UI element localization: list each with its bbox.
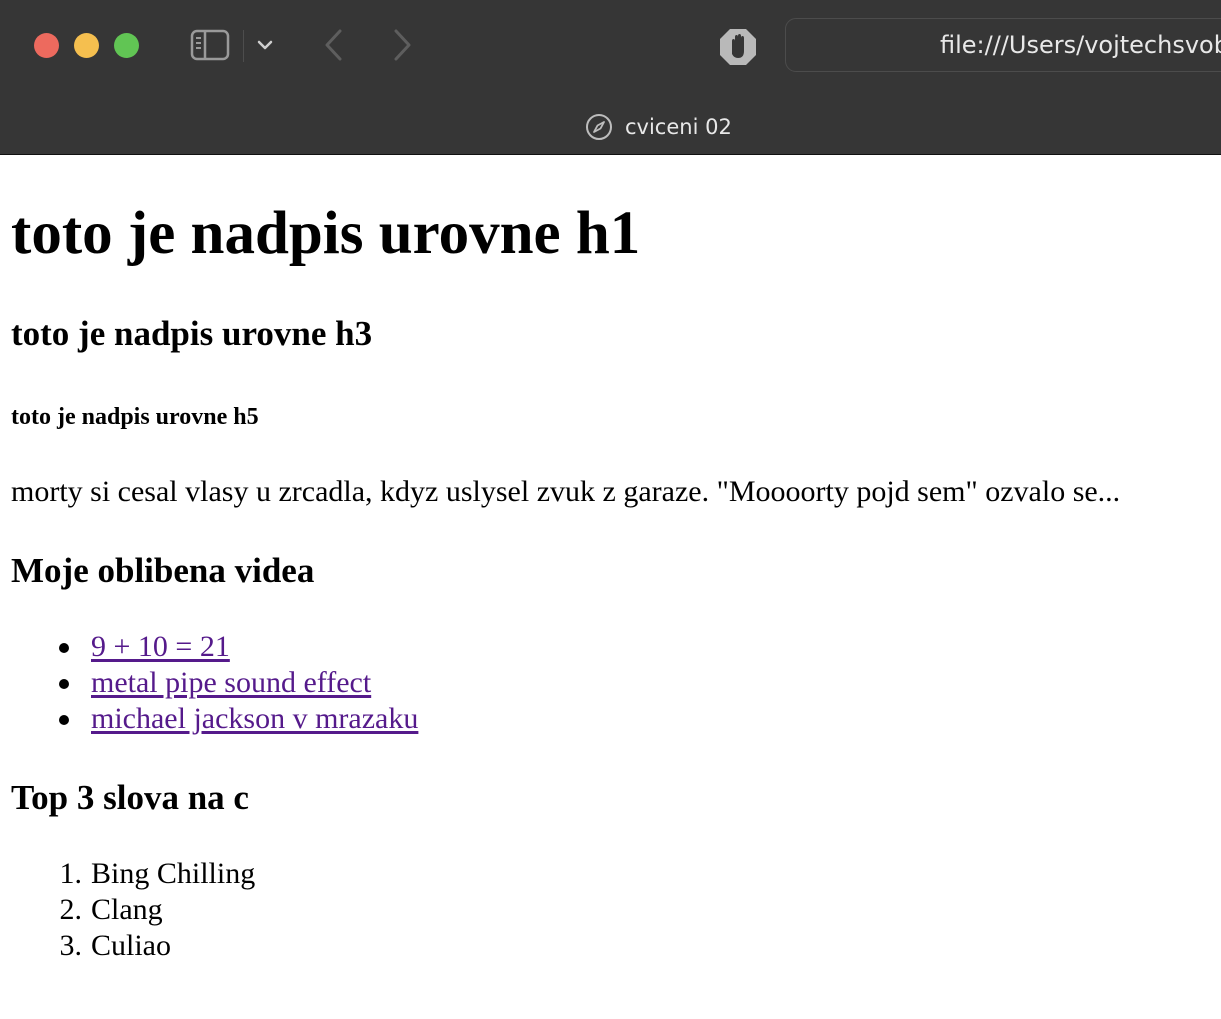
bullet-icon	[59, 715, 69, 725]
maximize-window-button[interactable]	[114, 33, 139, 58]
sidebar-icon[interactable]	[188, 26, 232, 64]
hand-stop-icon[interactable]	[717, 26, 759, 68]
address-bar[interactable]: file:///Users/vojtechsvob	[785, 18, 1221, 72]
address-text: file:///Users/vojtechsvob	[940, 31, 1221, 59]
chevron-down-icon[interactable]	[252, 30, 278, 60]
page-content: toto je nadpis urovne h1 toto je nadpis …	[0, 155, 1221, 1019]
heading-h1: toto je nadpis urovne h1	[11, 200, 641, 267]
chevron-right-icon[interactable]	[384, 24, 422, 66]
bullet-icon	[59, 679, 69, 689]
video-link[interactable]: 9 + 10 = 21	[91, 629, 230, 665]
word-text: Culiao	[91, 929, 171, 962]
list-number: 1.	[59, 857, 83, 890]
browser-toolbar: file:///Users/vojtechsvob cviceni 02	[0, 0, 1221, 155]
minimize-window-button[interactable]	[74, 33, 99, 58]
tab-title[interactable]: cviceni 02	[585, 110, 732, 144]
compass-icon	[586, 114, 612, 140]
video-link[interactable]: metal pipe sound effect	[91, 665, 371, 701]
list-number: 3.	[59, 929, 83, 962]
close-window-button[interactable]	[34, 33, 59, 58]
word-text: Clang	[91, 893, 163, 926]
video-link[interactable]: michael jackson v mrazaku	[91, 701, 418, 737]
bullet-icon	[59, 643, 69, 653]
chevron-left-icon[interactable]	[314, 24, 352, 66]
toolbar-divider	[243, 30, 244, 62]
tab-title-text: cviceni 02	[625, 115, 732, 139]
heading-h5: toto je nadpis urovne h5	[11, 404, 259, 430]
videos-heading: Moje oblibena videa	[11, 551, 315, 590]
heading-h3: toto je nadpis urovne h3	[11, 314, 373, 353]
words-heading: Top 3 slova na c	[11, 778, 249, 817]
word-text: Bing Chilling	[91, 857, 256, 890]
story-paragraph: morty si cesal vlasy u zrcadla, kdyz usl…	[11, 475, 1121, 508]
list-number: 2.	[59, 893, 83, 926]
